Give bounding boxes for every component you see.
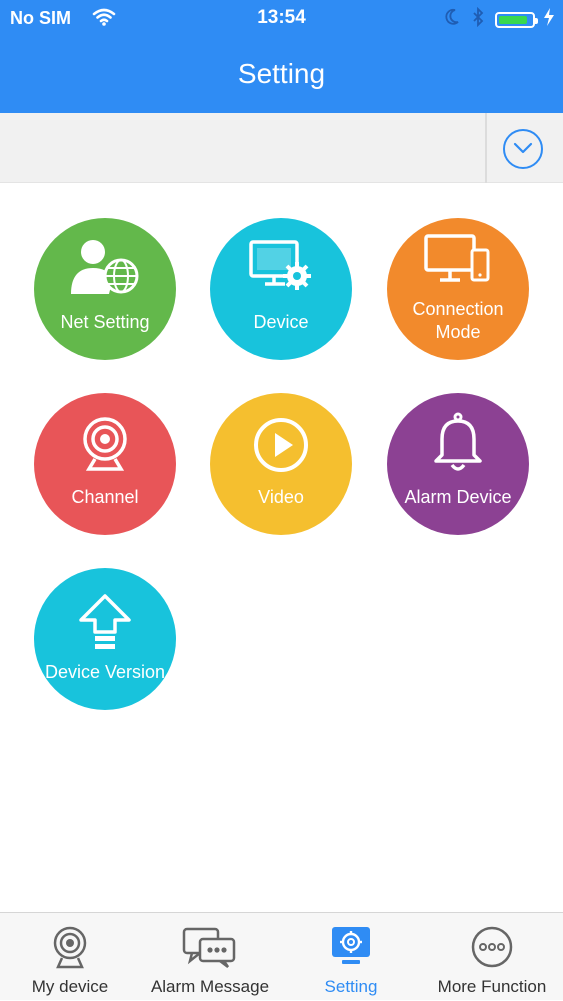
chat-bubbles-icon <box>140 925 280 971</box>
tile-label: Net Setting <box>60 312 150 332</box>
status-bar: No SIM 13:54 <box>0 0 563 36</box>
bluetooth-icon <box>469 6 487 32</box>
tab-label: More Function <box>437 977 547 996</box>
tab-my-device[interactable]: My device <box>0 913 140 1001</box>
monitor-phone-icon <box>387 232 529 288</box>
tab-setting[interactable]: Setting <box>281 913 421 1001</box>
tile-label: Device <box>253 312 309 332</box>
device-selector-bar <box>0 113 563 183</box>
net-setting-button[interactable]: Net Setting <box>34 218 176 360</box>
battery-icon <box>495 11 538 28</box>
monitor-gear-icon <box>210 238 352 298</box>
tab-alarm-message[interactable]: Alarm Message <box>140 913 280 1001</box>
chevron-down-icon <box>513 142 533 154</box>
tab-label: Setting <box>324 977 378 996</box>
settings-icon <box>281 925 421 967</box>
tile-label: Alarm Device <box>404 487 512 507</box>
webcam-icon <box>34 415 176 475</box>
tile-label-line2: Mode <box>435 322 481 342</box>
upload-arrow-icon <box>34 592 176 656</box>
webcam-icon <box>0 925 140 971</box>
bottom-tab-bar: My device Alarm Message Setting More Fun… <box>0 912 563 1000</box>
video-button[interactable]: Video <box>210 393 352 535</box>
page-title: Setting <box>237 58 326 89</box>
bell-icon <box>387 411 529 475</box>
divider <box>485 113 487 183</box>
app-header: No SIM 13:54 Setting <box>0 0 563 113</box>
tile-label: Video <box>258 487 304 507</box>
charging-icon <box>543 8 555 31</box>
settings-grid: Net Setting Device Connection Mode Chann… <box>0 183 563 913</box>
alarm-device-button[interactable]: Alarm Device <box>387 393 529 535</box>
device-version-button[interactable]: Device Version <box>34 568 176 710</box>
more-dots-icon <box>422 925 562 969</box>
play-icon <box>210 415 352 475</box>
moon-icon <box>443 7 461 32</box>
dropdown-button[interactable] <box>503 129 543 169</box>
tile-label-line1: Connection <box>412 299 504 319</box>
user-globe-icon <box>34 238 176 298</box>
tab-more-function[interactable]: More Function <box>422 913 562 1001</box>
device-button[interactable]: Device <box>210 218 352 360</box>
status-indicators <box>443 6 555 32</box>
tab-label: My device <box>31 977 109 996</box>
connection-mode-button[interactable]: Connection Mode <box>387 218 529 360</box>
tile-label: Device Version <box>44 662 166 682</box>
tile-label: Channel <box>71 487 139 507</box>
channel-button[interactable]: Channel <box>34 393 176 535</box>
tab-label: Alarm Message <box>150 977 270 996</box>
